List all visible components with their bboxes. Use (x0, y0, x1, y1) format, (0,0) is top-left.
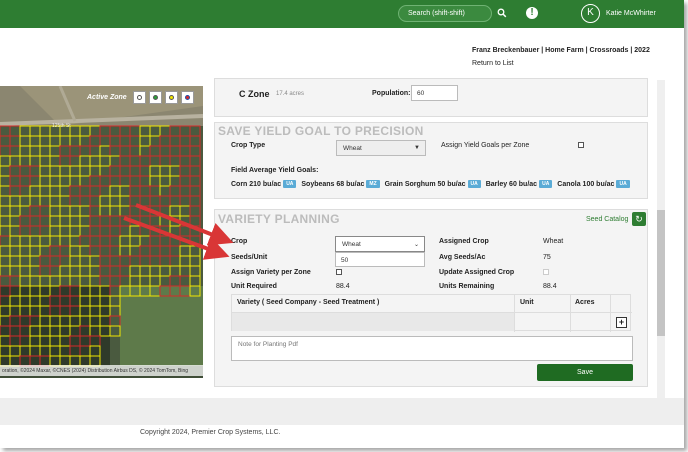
annotation-arrows (123, 203, 234, 260)
arrow-to-seeds-unit (123, 216, 230, 260)
arrow-to-crop (135, 203, 234, 246)
app-window: Search (shift-shift) ! K Katie McWhirter… (0, 0, 684, 448)
